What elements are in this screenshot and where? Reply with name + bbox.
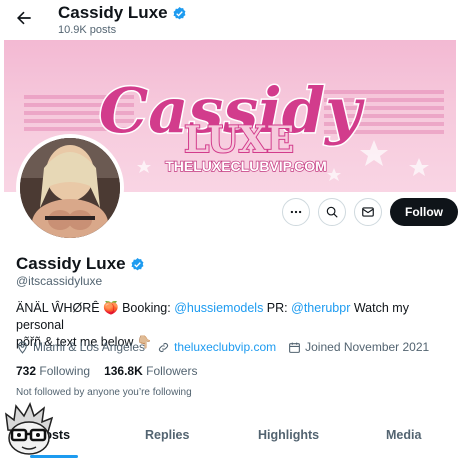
location-text: Miami & Los Angeles — [33, 340, 146, 354]
verified-badge-icon — [173, 6, 186, 19]
followers-count: 136.8K — [104, 364, 143, 378]
bio-mention-booking[interactable]: @hussiemodels — [174, 301, 263, 315]
followers-label: Followers — [146, 364, 198, 378]
bio-mention-pr[interactable]: @therubpr — [291, 301, 350, 315]
header-title: Cassidy Luxe — [58, 3, 187, 23]
tab-media[interactable]: Media — [386, 428, 421, 442]
not-followed-notice: Not followed by anyone you’re following — [16, 387, 192, 398]
profile-avatar[interactable] — [16, 134, 124, 242]
follow-counts: 732 Following 136.8K Followers — [16, 364, 197, 378]
following-count-link[interactable]: 732 Following — [16, 364, 90, 378]
website-link[interactable]: theluxeclubvip.com — [174, 340, 276, 354]
joined-text: Joined November 2021 — [305, 340, 430, 354]
verified-badge-icon[interactable] — [130, 257, 145, 272]
followers-count-link[interactable]: 136.8K Followers — [104, 364, 197, 378]
back-arrow-icon[interactable] — [14, 8, 34, 28]
website-item[interactable]: theluxeclubvip.com — [157, 340, 276, 354]
banner-url: THELUXECLUBVIP.COM — [165, 158, 327, 174]
bio-text-1: ÄNÄL ŴHØRÊ 🍑 Booking: — [16, 301, 175, 315]
bio-text-2: PR: — [263, 301, 292, 315]
search-profile-button[interactable] — [318, 198, 346, 226]
follow-button[interactable]: Follow — [390, 198, 458, 226]
location-pin-icon — [18, 341, 27, 354]
profile-name-row: Cassidy Luxe — [16, 254, 145, 274]
tab-highlights[interactable]: Highlights — [258, 428, 319, 442]
profile-actions: Follow — [282, 198, 458, 226]
link-icon — [159, 342, 169, 352]
envelope-icon — [362, 207, 374, 217]
following-label: Following — [39, 364, 91, 378]
tab-replies[interactable]: Replies — [145, 428, 189, 442]
avatar-portrait — [20, 138, 120, 238]
more-options-button[interactable] — [282, 198, 310, 226]
search-icon — [326, 206, 338, 218]
top-bar: Cassidy Luxe 10.9K posts — [0, 0, 460, 40]
message-button[interactable] — [354, 198, 382, 226]
more-horizontal-icon — [290, 210, 302, 214]
posts-count: 10.9K posts — [58, 24, 117, 36]
header-name: Cassidy Luxe — [58, 3, 168, 22]
cartoon-mascot-icon — [5, 402, 54, 455]
location-item: Miami & Los Angeles — [16, 340, 145, 354]
calendar-icon — [289, 342, 301, 353]
following-count: 732 — [16, 364, 37, 378]
profile-meta: Miami & Los Angeles theluxeclubvip.com J… — [16, 340, 429, 354]
profile-tabs: Posts Replies Highlights Media — [0, 420, 460, 458]
display-name: Cassidy Luxe — [16, 254, 126, 273]
profile-handle: @itscassidyluxe — [16, 274, 103, 288]
banner-title-luxe: LUXE — [184, 119, 294, 161]
joined-item: Joined November 2021 — [288, 340, 429, 354]
